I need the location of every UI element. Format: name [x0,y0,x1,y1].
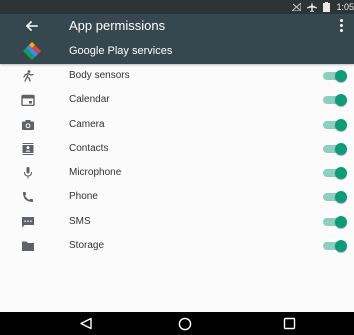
permission-row-storage[interactable]: Storage [0,234,354,258]
sms-icon [22,216,34,228]
permission-row-microphone[interactable]: Microphone [0,161,354,185]
body-sensors-icon [23,70,34,82]
contacts-icon [22,142,34,155]
permission-row-body-sensors[interactable]: Body sensors [0,64,354,88]
body-sensors-toggle[interactable] [322,70,348,82]
app-name: Google Play services [69,45,173,57]
permission-label: Phone [69,191,98,203]
calendar-icon [21,95,35,107]
more-vertical-icon[interactable] [340,19,344,33]
page-title: App permissions [69,18,166,33]
permission-row-phone[interactable]: Phone [0,185,354,209]
calendar-toggle[interactable] [322,94,348,107]
phone-toggle[interactable] [322,191,348,204]
microphone-icon [23,167,33,179]
permission-row-sms[interactable]: SMS [0,210,354,234]
nav-recents-icon[interactable] [283,317,296,330]
permission-label: Body sensors [69,70,130,81]
battery-icon [323,2,331,12]
nav-home-icon[interactable] [178,317,192,331]
permission-list: Body sensors Calendar Camera Contacts Mi… [0,64,354,258]
permission-label: SMS [69,215,91,227]
arrow-back-icon[interactable] [24,18,40,34]
nav-back-icon[interactable] [79,317,93,330]
storage-icon [22,241,34,252]
permission-row-camera[interactable]: Camera [0,113,354,137]
permission-row-contacts[interactable]: Contacts [0,137,354,161]
airplane-mode-icon [307,2,318,12]
signal-icon [292,3,302,11]
status-bar: 1:05 [0,0,354,14]
permission-label: Microphone [69,167,122,179]
sms-toggle[interactable] [322,215,348,228]
navigation-bar [0,312,354,335]
phone-icon [23,192,33,203]
permission-label: Calendar [69,94,110,106]
microphone-toggle[interactable] [322,167,348,180]
permission-label: Camera [69,118,105,130]
google-play-services-icon [23,42,41,60]
status-time: 1:05 [336,2,354,12]
camera-icon [22,119,34,130]
app-bar: App permissions [0,14,354,38]
permission-row-calendar[interactable]: Calendar [0,88,354,112]
camera-toggle[interactable] [322,118,348,131]
permission-label: Storage [69,240,105,252]
app-header-row: Google Play services [0,38,354,64]
contacts-toggle[interactable] [322,142,348,155]
permission-label: Contacts [69,142,109,154]
storage-toggle[interactable] [322,240,348,253]
